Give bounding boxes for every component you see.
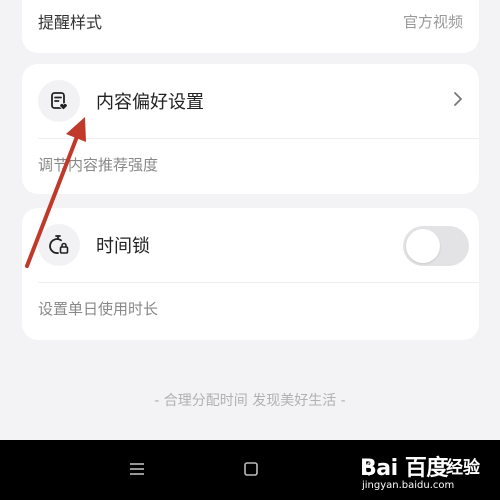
baidu-watermark: Bai 百度 经验 jingyan.baidu.com: [358, 450, 490, 496]
time-lock-toggle[interactable]: [403, 226, 469, 266]
reminder-style-label: 提醒样式: [38, 13, 103, 32]
reminder-style-card: 提醒样式 官方视频: [22, 0, 479, 53]
chevron-right-icon: [454, 92, 462, 106]
time-lock-card: 时间锁 设置单日使用时长: [22, 208, 479, 340]
menu-icon[interactable]: [129, 461, 145, 477]
stopwatch-lock-icon: [38, 224, 80, 266]
time-lock-title: 时间锁: [96, 236, 150, 257]
reminder-style-value: 官方视频: [402, 12, 463, 31]
divider: [38, 138, 479, 139]
content-preference-card: 内容偏好设置 调节内容推荐强度: [22, 64, 479, 194]
doc-heart-icon: [38, 80, 80, 122]
toggle-knob: [406, 229, 440, 263]
square-home-icon[interactable]: [243, 461, 259, 477]
divider: [38, 282, 479, 283]
content-preference-row[interactable]: 内容偏好设置: [22, 64, 479, 138]
watermark-brand: Bai 百度: [360, 456, 448, 481]
time-lock-subtitle: 设置单日使用时长: [38, 300, 159, 318]
watermark-url: jingyan.baidu.com: [362, 480, 455, 491]
footer-slogan: - 合理分配时间 发现美好生活 -: [154, 393, 346, 409]
time-lock-row[interactable]: 时间锁: [22, 208, 479, 282]
system-navbar: Bai 百度 经验 jingyan.baidu.com: [0, 440, 500, 500]
reminder-style-row[interactable]: 提醒样式 官方视频: [38, 0, 463, 42]
watermark-suffix: 经验: [446, 458, 480, 478]
content-preference-subtitle: 调节内容推荐强度: [38, 156, 159, 174]
content-preference-title: 内容偏好设置: [96, 92, 204, 113]
